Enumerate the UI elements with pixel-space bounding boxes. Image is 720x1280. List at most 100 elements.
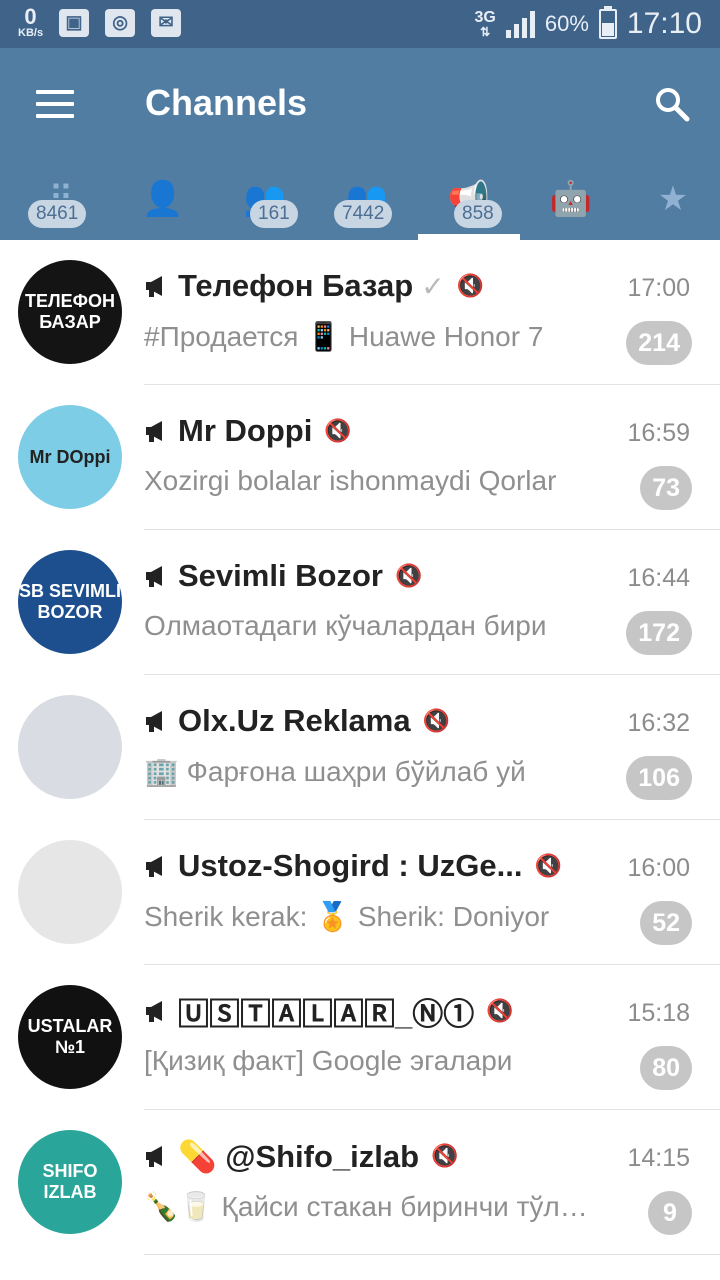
- megaphone-icon: [146, 566, 162, 587]
- chat-title-line: Olx.Uz Reklama 🔇: [144, 701, 604, 741]
- tab-supergroup[interactable]: 👥 7442: [316, 160, 418, 240]
- status-right: 3G ⇅ 60% 17:10: [475, 4, 702, 44]
- muted-icon: 🔇: [486, 998, 514, 1023]
- mail-notification-icon: ✉: [151, 8, 182, 37]
- status-bar: 0 KB/s ▣ ◎ ✉ 3G ⇅ 60% 17:10: [0, 0, 720, 48]
- network-speed-value: 0: [24, 4, 37, 29]
- battery-icon: [598, 6, 617, 39]
- message-time: 17:00: [627, 274, 690, 302]
- megaphone-icon: [146, 711, 162, 732]
- message-time: 16:32: [627, 709, 690, 737]
- muted-icon: 🔇: [324, 418, 352, 443]
- unread-count-badge: 80: [640, 1046, 692, 1090]
- message-preview: #Продается 📱 Huawe Honor 7: [144, 321, 544, 352]
- clock: 17:10: [626, 7, 702, 40]
- app-notification-icon: ◎: [105, 8, 136, 37]
- megaphone-icon: [146, 276, 162, 297]
- muted-icon: 🔇: [431, 1143, 459, 1168]
- message-preview: Олмаотадаги кўчалардан бири: [144, 610, 547, 641]
- message-time: 16:00: [627, 854, 690, 882]
- avatar[interactable]: USTALAR №1: [18, 985, 122, 1089]
- tab-user[interactable]: 👤: [112, 160, 214, 240]
- avatar[interactable]: Mr DOppi: [18, 405, 122, 509]
- megaphone-icon: [146, 421, 162, 442]
- avatar[interactable]: SHIFO IZLAB: [18, 1130, 122, 1234]
- tab-channel-megaphone[interactable]: 📢 858: [418, 160, 520, 240]
- chat-row[interactable]: SHIFO IZLAB 💊 @Shifo_izlab 🔇 14:15 🍾🥛 Қайси …: [0, 1110, 720, 1255]
- checkmark-icon: ✓: [421, 270, 445, 302]
- megaphone-icon: [146, 1146, 162, 1167]
- muted-icon: 🔇: [534, 853, 562, 878]
- avatar[interactable]: [18, 695, 122, 799]
- filter-tabs: ⠿ 8461 👤 👥 161 👥 7442 📢 858 🤖 ★: [0, 160, 720, 240]
- muted-icon: 🔇: [456, 273, 485, 298]
- channel-name: Sevimli Bozor: [178, 558, 383, 593]
- muted-icon: 🔇: [422, 708, 451, 733]
- muted-icon: 🔇: [395, 563, 423, 588]
- user-icon: 👤: [141, 180, 185, 218]
- chat-row[interactable]: USTALAR №1 🅄🅂🅃🄰🄻🄰🅁_Ⓝ① 🔇 15:18 [Қизиқ факт] G…: [0, 965, 720, 1110]
- unread-count-badge: 9: [648, 1191, 692, 1235]
- network-speed: 0 KB/s: [18, 6, 43, 39]
- battery-fill: [601, 22, 614, 36]
- avatar-image: [18, 695, 122, 799]
- search-icon[interactable]: [654, 86, 690, 122]
- channel-name: Olx.Uz Reklama: [178, 703, 411, 738]
- avatar[interactable]: [18, 840, 122, 944]
- avatar[interactable]: ТЕЛЕФОН БАЗАР: [18, 260, 122, 364]
- chat-title-line: Ustoz-Shogird : UzGe... 🔇: [144, 846, 604, 886]
- megaphone-icon: [146, 1001, 162, 1022]
- star-icon: ★: [657, 180, 689, 218]
- chat-row[interactable]: Ustoz-Shogird : UzGe... 🔇 16:00 Sherik kera…: [0, 820, 720, 965]
- status-left: 0 KB/s ▣ ◎ ✉: [18, 6, 182, 39]
- unread-count-badge: 52: [640, 901, 692, 945]
- chat-title-line: 🅄🅂🅃🄰🄻🄰🅁_Ⓝ① 🔇: [144, 991, 604, 1031]
- network-type: 3G ⇅: [474, 9, 496, 39]
- avatar-image: ТЕЛЕФОН БАЗАР: [18, 260, 122, 364]
- chat-row[interactable]: Olx.Uz Reklama 🔇 16:32 🏢 Фарғона шаҳри бўйл…: [0, 675, 720, 820]
- megaphone-icon: [146, 856, 162, 877]
- chat-title-line: Mr Doppi 🔇: [144, 411, 604, 451]
- message-time: 14:15: [627, 1144, 690, 1172]
- tab-badge: 858: [454, 200, 502, 228]
- page-title: Channels: [145, 82, 308, 123]
- channel-name: Телефон Базар: [178, 268, 414, 303]
- unread-count-badge: 73: [640, 466, 692, 510]
- app-bar: Channels: [0, 48, 720, 160]
- data-arrows-icon: ⇅: [480, 25, 491, 39]
- menu-icon[interactable]: [36, 90, 74, 118]
- channel-name: 💊 @Shifo_izlab: [178, 1138, 420, 1174]
- tab-badge: 7442: [334, 200, 393, 228]
- chat-row[interactable]: SB SEVIMLI BOZOR Sevimli Bozor 🔇 16:44 Олмао…: [0, 530, 720, 675]
- message-preview: 🍾🥛 Қайси стакан биринчи тўлади: [144, 1191, 599, 1222]
- avatar[interactable]: SB SEVIMLI BOZOR: [18, 550, 122, 654]
- channel-name: 🅄🅂🅃🄰🄻🄰🅁_Ⓝ①: [178, 996, 475, 1032]
- unread-count-badge: 106: [626, 756, 692, 800]
- message-preview: Sherik kerak: 🏅 Sherik: Doniyor: [144, 901, 550, 932]
- avatar-image: USTALAR №1: [18, 985, 122, 1089]
- tab-group[interactable]: 👥 161: [214, 160, 316, 240]
- tab-star[interactable]: ★: [622, 160, 720, 240]
- tab-badge: 161: [250, 200, 298, 228]
- tab-badge: 8461: [28, 200, 87, 228]
- chat-row[interactable]: Mr DOppi Mr Doppi 🔇 16:59 Xozirgi bolalar is…: [0, 385, 720, 530]
- channel-list: ТЕЛЕФОН БАЗАР Телефон Базар ✓ 🔇 17:00 #Продае…: [0, 240, 720, 1280]
- avatar-image: Mr DOppi: [18, 405, 122, 509]
- avatar-image: [18, 840, 122, 944]
- gallery-notification-icon: ▣: [59, 8, 90, 37]
- chat-row[interactable]: ТЕЛЕФОН БАЗАР Телефон Базар ✓ 🔇 17:00 #Продае…: [0, 240, 720, 385]
- message-time: 15:18: [627, 999, 690, 1027]
- battery-percent: 60%: [544, 11, 589, 36]
- divider: [144, 1254, 720, 1255]
- tab-bot[interactable]: 🤖: [520, 160, 622, 240]
- bot-icon: 🤖: [549, 180, 593, 218]
- network-speed-unit: KB/s: [18, 27, 44, 39]
- message-time: 16:44: [627, 564, 690, 592]
- message-preview: 🏢 Фарғона шаҳри бўйлаб уй: [144, 756, 526, 787]
- network-type-label: 3G: [474, 9, 496, 26]
- unread-count-badge: 214: [626, 321, 692, 365]
- avatar-image: SB SEVIMLI BOZOR: [18, 550, 122, 654]
- message-preview: Xozirgi bolalar ishonmaydi Qorlar: [144, 465, 557, 496]
- chat-title-line: Sevimli Bozor 🔇: [144, 556, 604, 596]
- tab-all-chats[interactable]: ⠿ 8461: [10, 160, 112, 240]
